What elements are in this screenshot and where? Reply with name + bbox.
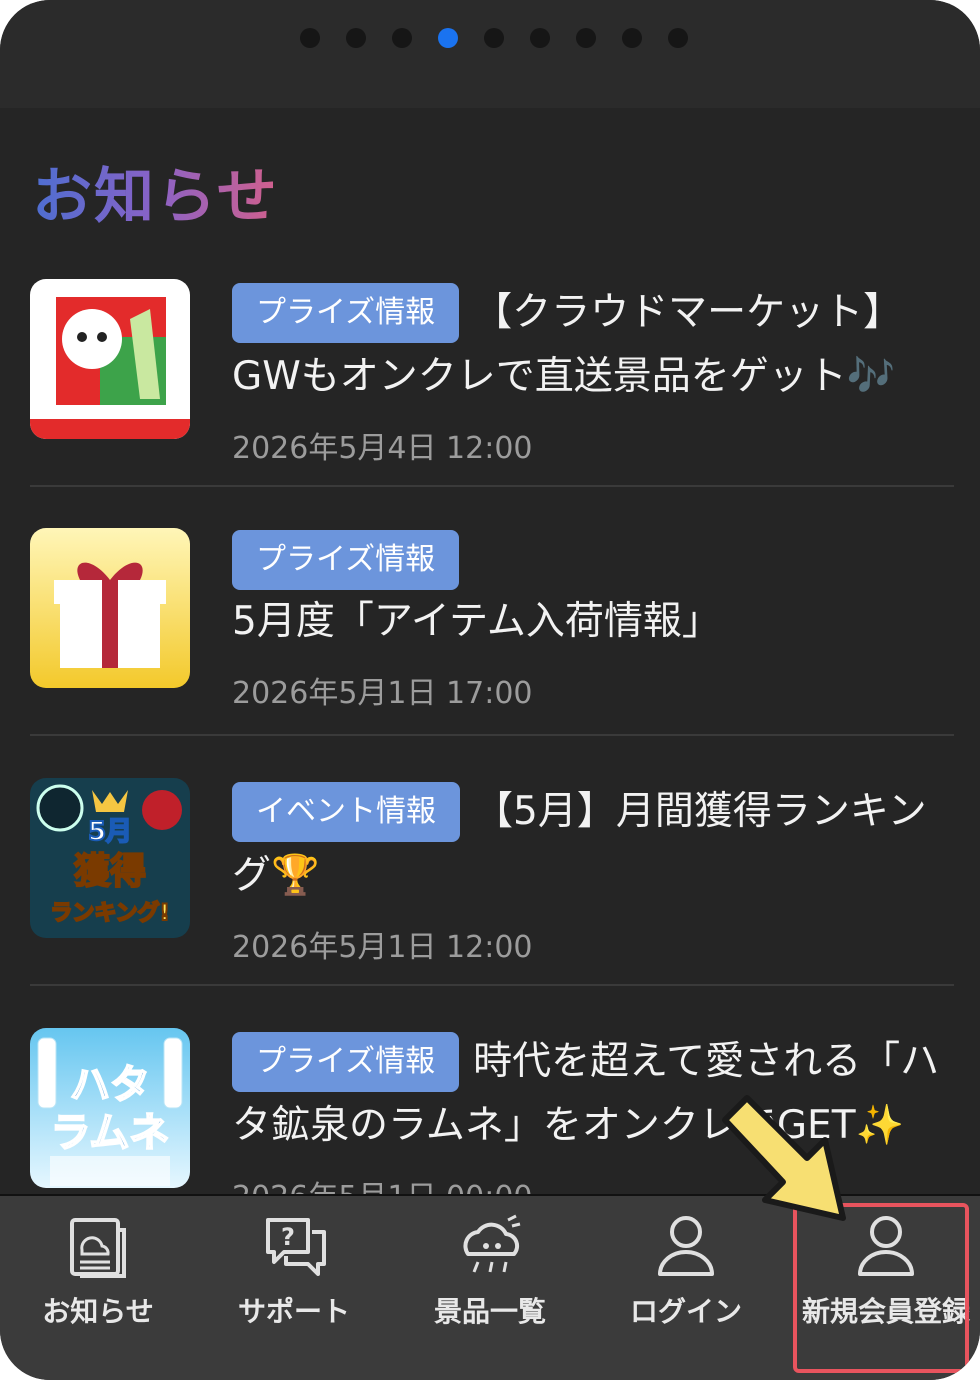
divider [30, 734, 954, 736]
tab-label: 景品一覧 [433, 1295, 546, 1328]
notice-item[interactable]: 5月 獲得 ランキング! イベント情報 【5月】月間獲得ランキング🏆 2026年5… [0, 778, 980, 1028]
thumb-text: ラムネ [51, 1110, 170, 1156]
notice-thumbnail: ハタ ラムネ [30, 1028, 190, 1188]
tab-news[interactable]: お知らせ [0, 1196, 196, 1380]
divider [30, 984, 954, 986]
page-title: お知らせ [32, 148, 279, 235]
thumb-text: ハタ [70, 1062, 150, 1108]
notice-date: 2026年5月1日 12:00 [232, 930, 533, 965]
notice-thumbnail: 5月 獲得 ランキング! [30, 778, 190, 938]
tab-label: ログイン [629, 1295, 742, 1328]
tab-label: サポート [237, 1295, 350, 1328]
notice-thumbnail [30, 528, 190, 688]
pager-dot[interactable] [392, 28, 412, 48]
notice-date: 2026年5月1日 17:00 [232, 676, 533, 711]
svg-text:?: ? [281, 1223, 295, 1251]
pager-dot[interactable] [346, 28, 366, 48]
notice-item[interactable]: プライズ情報 5月度「アイテム入荷情報」 2026年5月1日 17:00 [0, 528, 980, 778]
notice-list-area: お知らせ プライズ情報 【クラウドマーケット】GWもオンクレで直送景品をゲット🎶 … [0, 108, 980, 1194]
notice-item[interactable]: プライズ情報 【クラウドマーケット】GWもオンクレで直送景品をゲット🎶 2026年… [0, 279, 980, 529]
category-tag: プライズ情報 [232, 283, 460, 343]
pager-dot-active[interactable] [438, 28, 458, 48]
tab-label: お知らせ [42, 1295, 154, 1328]
pointer-arrow-icon [722, 1095, 846, 1221]
pager-dot[interactable] [668, 28, 688, 48]
notice-thumbnail [30, 279, 190, 439]
tab-prize-list[interactable]: 景品一覧 [392, 1196, 588, 1380]
register-highlight-box [793, 1203, 969, 1373]
prize-list-icon [463, 1214, 521, 1273]
support-chat-icon: ? [266, 1218, 326, 1276]
divider [30, 485, 954, 487]
pager-dot[interactable] [576, 28, 596, 48]
pager-dot[interactable] [300, 28, 320, 48]
thumb-text: ランキング! [50, 900, 169, 926]
top-banner-area [0, 0, 980, 109]
notice-date: 2026年5月4日 12:00 [232, 431, 533, 466]
tab-support[interactable]: ? サポート [196, 1196, 392, 1380]
pager-dot[interactable] [530, 28, 550, 48]
category-tag: プライズ情報 [232, 530, 460, 590]
app-screen: お知らせ プライズ情報 【クラウドマーケット】GWもオンクレで直送景品をゲット🎶 … [0, 0, 980, 1380]
carousel-pager[interactable] [300, 28, 688, 48]
pager-dot[interactable] [484, 28, 504, 48]
thumb-text: 獲得 [74, 851, 146, 892]
thumb-text: 5月 [88, 817, 132, 847]
pager-dot[interactable] [622, 28, 642, 48]
category-tag: イベント情報 [232, 782, 460, 842]
category-tag: プライズ情報 [232, 1032, 460, 1092]
news-icon [70, 1218, 126, 1278]
notice-title: 5月度「アイテム入荷情報」 [232, 599, 721, 644]
